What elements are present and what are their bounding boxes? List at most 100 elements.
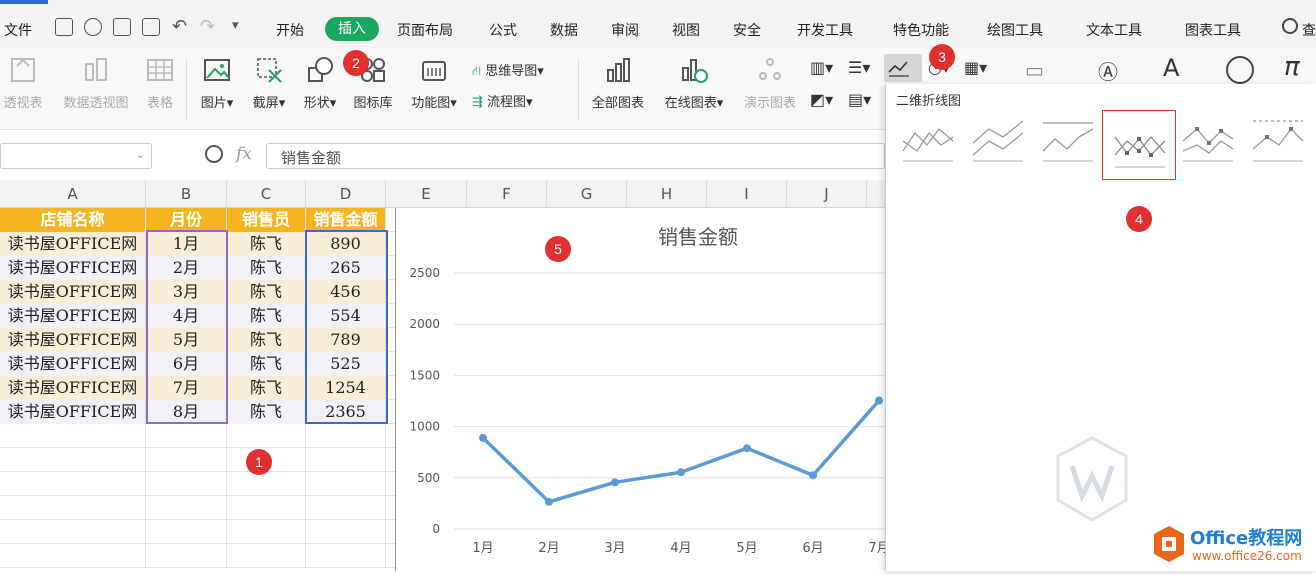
table-cell[interactable]: 读书屋OFFICE网 <box>0 400 146 424</box>
table-cell[interactable]: 读书屋OFFICE网 <box>0 376 146 400</box>
online-charts-button[interactable]: 在线图表▾ <box>657 56 731 111</box>
tab-chart-tools[interactable]: 图表工具 <box>1185 20 1241 40</box>
search-label[interactable]: 查 <box>1302 20 1316 40</box>
table-cell[interactable]: 读书屋OFFICE网 <box>0 352 146 376</box>
function-chart-icon <box>422 61 446 81</box>
chart-variant-thumbnail[interactable] <box>1178 110 1236 168</box>
column-header[interactable]: H <box>627 180 707 208</box>
tab-home[interactable]: 开始 <box>276 20 304 40</box>
data-point[interactable] <box>743 444 751 453</box>
header-cell[interactable]: 销售员 <box>227 208 306 232</box>
column-header[interactable]: J <box>787 180 867 208</box>
online-chart-icon <box>682 59 708 83</box>
print-preview-icon[interactable] <box>142 18 160 36</box>
column-header[interactable]: G <box>547 180 627 208</box>
tab-security[interactable]: 安全 <box>733 20 761 40</box>
flowchart-button[interactable]: ⇶ 流程图▾ <box>472 91 572 110</box>
print-icon[interactable] <box>113 18 131 36</box>
function-chart-button[interactable]: 功能图▾ <box>405 56 463 111</box>
textbox-options-icon[interactable]: ▭ <box>1025 58 1044 82</box>
shapes-button[interactable]: 形状▾ <box>297 56 343 111</box>
header-cell[interactable]: 店铺名称 <box>0 208 146 232</box>
table-button[interactable]: 表格 <box>142 56 178 111</box>
name-box[interactable]: ⌄ <box>0 143 152 169</box>
x-tick-label: 4月 <box>670 541 691 556</box>
tab-formula[interactable]: 公式 <box>489 20 517 40</box>
tab-view[interactable]: 视图 <box>672 20 700 40</box>
column-header[interactable]: E <box>386 180 467 208</box>
table-cell[interactable]: 陈飞 <box>227 400 306 424</box>
table-cell[interactable]: 读书屋OFFICE网 <box>0 232 146 256</box>
menu-file[interactable]: 文件 <box>4 20 32 40</box>
data-point[interactable] <box>677 468 685 477</box>
table-cell[interactable]: 陈飞 <box>227 304 306 328</box>
column-header[interactable]: I <box>707 180 787 208</box>
bar-chart-h-icon[interactable]: ☰▾ <box>848 58 870 77</box>
table-cell[interactable]: 读书屋OFFICE网 <box>0 328 146 352</box>
area-chart-icon[interactable]: ◩▾ <box>810 90 833 109</box>
table-cell[interactable]: 陈飞 <box>227 280 306 304</box>
line-chart[interactable]: 销售金额 0 500 1000 1500 2000 2500 1月 2月 3月 4月 5月 6月 7月 <box>395 208 890 571</box>
tab-data[interactable]: 数据 <box>550 20 578 40</box>
column-header[interactable]: D <box>306 180 386 208</box>
scatter-chart-icon[interactable]: ▦▾ <box>964 58 987 77</box>
table-cell[interactable]: 陈飞 <box>227 232 306 256</box>
table-cell[interactable]: 读书屋OFFICE网 <box>0 280 146 304</box>
column-header[interactable]: C <box>227 180 306 208</box>
data-point[interactable] <box>809 471 817 480</box>
demo-chart-button[interactable]: 演示图表 <box>739 56 801 111</box>
chart-variant-markers-selected[interactable] <box>1102 110 1176 180</box>
tab-drawing-tools[interactable]: 绘图工具 <box>987 20 1043 40</box>
chevron-down-icon: ▾ <box>450 96 457 111</box>
tab-developer[interactable]: 开发工具 <box>797 20 853 40</box>
art-text-icon[interactable]: A <box>1163 54 1179 82</box>
tab-special[interactable]: 特色功能 <box>893 20 949 40</box>
header-cell[interactable]: 月份 <box>146 208 227 232</box>
column-header[interactable]: B <box>146 180 227 208</box>
table-cell[interactable]: 陈飞 <box>227 352 306 376</box>
save-icon[interactable] <box>55 18 73 36</box>
column-header[interactable]: F <box>467 180 547 208</box>
column-header[interactable]: A <box>0 180 146 208</box>
screenshot-button[interactable]: 截屏▾ <box>246 56 292 111</box>
series-line[interactable] <box>481 399 881 504</box>
picture-button[interactable]: 图片▾ <box>195 56 239 111</box>
tab-text-tools[interactable]: 文本工具 <box>1086 20 1142 40</box>
pivot-chart-button[interactable]: 数据透视图 <box>56 56 136 111</box>
textbox-icon[interactable]: Ⓐ <box>1098 56 1118 85</box>
table-cell[interactable]: 陈飞 <box>227 376 306 400</box>
table-cell[interactable]: 陈飞 <box>227 328 306 352</box>
customize-dropdown-icon[interactable]: ▾ <box>232 18 239 33</box>
all-charts-button[interactable]: 全部图表 <box>586 56 650 111</box>
chart-variant-thumbnail[interactable] <box>1038 110 1096 168</box>
table-cell[interactable]: 陈飞 <box>227 256 306 280</box>
header-cell[interactable]: 销售金额 <box>306 208 386 232</box>
chart-variant-thumbnail[interactable] <box>1248 110 1306 168</box>
x-tick-label: 3月 <box>604 541 625 556</box>
undo-icon[interactable]: ↶ <box>172 16 187 37</box>
tab-review[interactable]: 审阅 <box>611 20 639 40</box>
table-cell[interactable]: 读书屋OFFICE网 <box>0 304 146 328</box>
column-chart-icon[interactable]: ▥▾ <box>810 58 833 77</box>
format-painter-icon[interactable] <box>84 18 102 36</box>
data-point[interactable] <box>479 433 487 442</box>
symbol-icon[interactable] <box>1226 56 1254 84</box>
fx-icon[interactable]: fx <box>236 144 252 164</box>
formula-input[interactable]: 销售金额 <box>266 143 885 169</box>
data-point[interactable] <box>875 396 883 405</box>
zoom-icon[interactable] <box>205 145 223 163</box>
tab-page-layout[interactable]: 页面布局 <box>397 20 453 40</box>
chart-title: 销售金额 <box>658 225 738 249</box>
data-point[interactable] <box>611 478 619 487</box>
pivot-table-button[interactable]: 透视表 <box>0 56 48 111</box>
table-cell[interactable]: 读书屋OFFICE网 <box>0 256 146 280</box>
equation-icon[interactable]: π <box>1284 52 1300 82</box>
search-icon[interactable] <box>1282 18 1298 34</box>
chart-variant-thumbnail[interactable] <box>898 110 956 168</box>
combo-chart-icon[interactable]: ▤▾ <box>848 90 871 109</box>
mindmap-button[interactable]: ⛙ 思维导图▾ <box>472 60 572 81</box>
tab-insert[interactable]: 插入 <box>325 17 379 41</box>
data-point[interactable] <box>545 497 553 506</box>
chart-variant-thumbnail[interactable] <box>968 110 1026 168</box>
redo-icon[interactable]: ↷ <box>200 16 215 37</box>
